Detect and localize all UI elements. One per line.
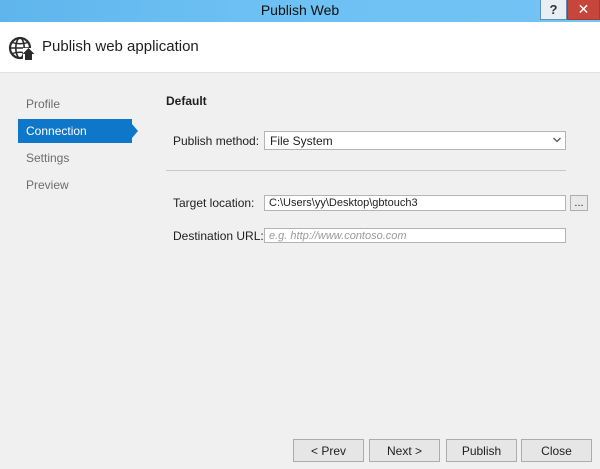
nav-item-profile[interactable]: Profile bbox=[0, 92, 140, 116]
publish-method-label: Publish method: bbox=[173, 134, 260, 148]
nav-item-connection[interactable]: Connection bbox=[18, 119, 138, 143]
nav-item-preview[interactable]: Preview bbox=[0, 173, 140, 197]
prev-button[interactable]: < Prev bbox=[293, 439, 364, 462]
section-title: Default bbox=[166, 94, 207, 108]
globe-arrow-icon bbox=[8, 36, 35, 61]
destination-url-input[interactable] bbox=[264, 228, 566, 243]
wizard-steps-nav: Profile Connection Settings Preview bbox=[0, 92, 140, 200]
publish-method-value: File System bbox=[270, 134, 333, 148]
chevron-down-icon bbox=[553, 137, 561, 143]
close-button[interactable]: Close bbox=[521, 439, 592, 462]
window-title: Publish Web bbox=[260, 2, 340, 18]
browse-button[interactable]: ... bbox=[570, 195, 588, 211]
next-button[interactable]: Next > bbox=[369, 439, 440, 462]
target-location-input[interactable] bbox=[264, 195, 566, 211]
section-divider bbox=[166, 170, 566, 171]
help-button[interactable]: ? bbox=[540, 0, 567, 20]
nav-item-settings[interactable]: Settings bbox=[0, 146, 140, 170]
dialog-header: Publish web application bbox=[0, 22, 600, 73]
publish-button[interactable]: Publish bbox=[446, 439, 517, 462]
window-close-button[interactable]: ✕ bbox=[567, 0, 600, 20]
publish-method-select[interactable]: File System bbox=[264, 131, 566, 150]
dialog-heading: Publish web application bbox=[42, 38, 199, 55]
publish-web-dialog: Publish Web ? ✕ Publish web application … bbox=[0, 0, 600, 469]
title-bar: Publish Web ? ✕ bbox=[0, 0, 600, 22]
target-location-label: Target location: bbox=[173, 196, 255, 210]
destination-url-label: Destination URL: bbox=[173, 229, 264, 243]
